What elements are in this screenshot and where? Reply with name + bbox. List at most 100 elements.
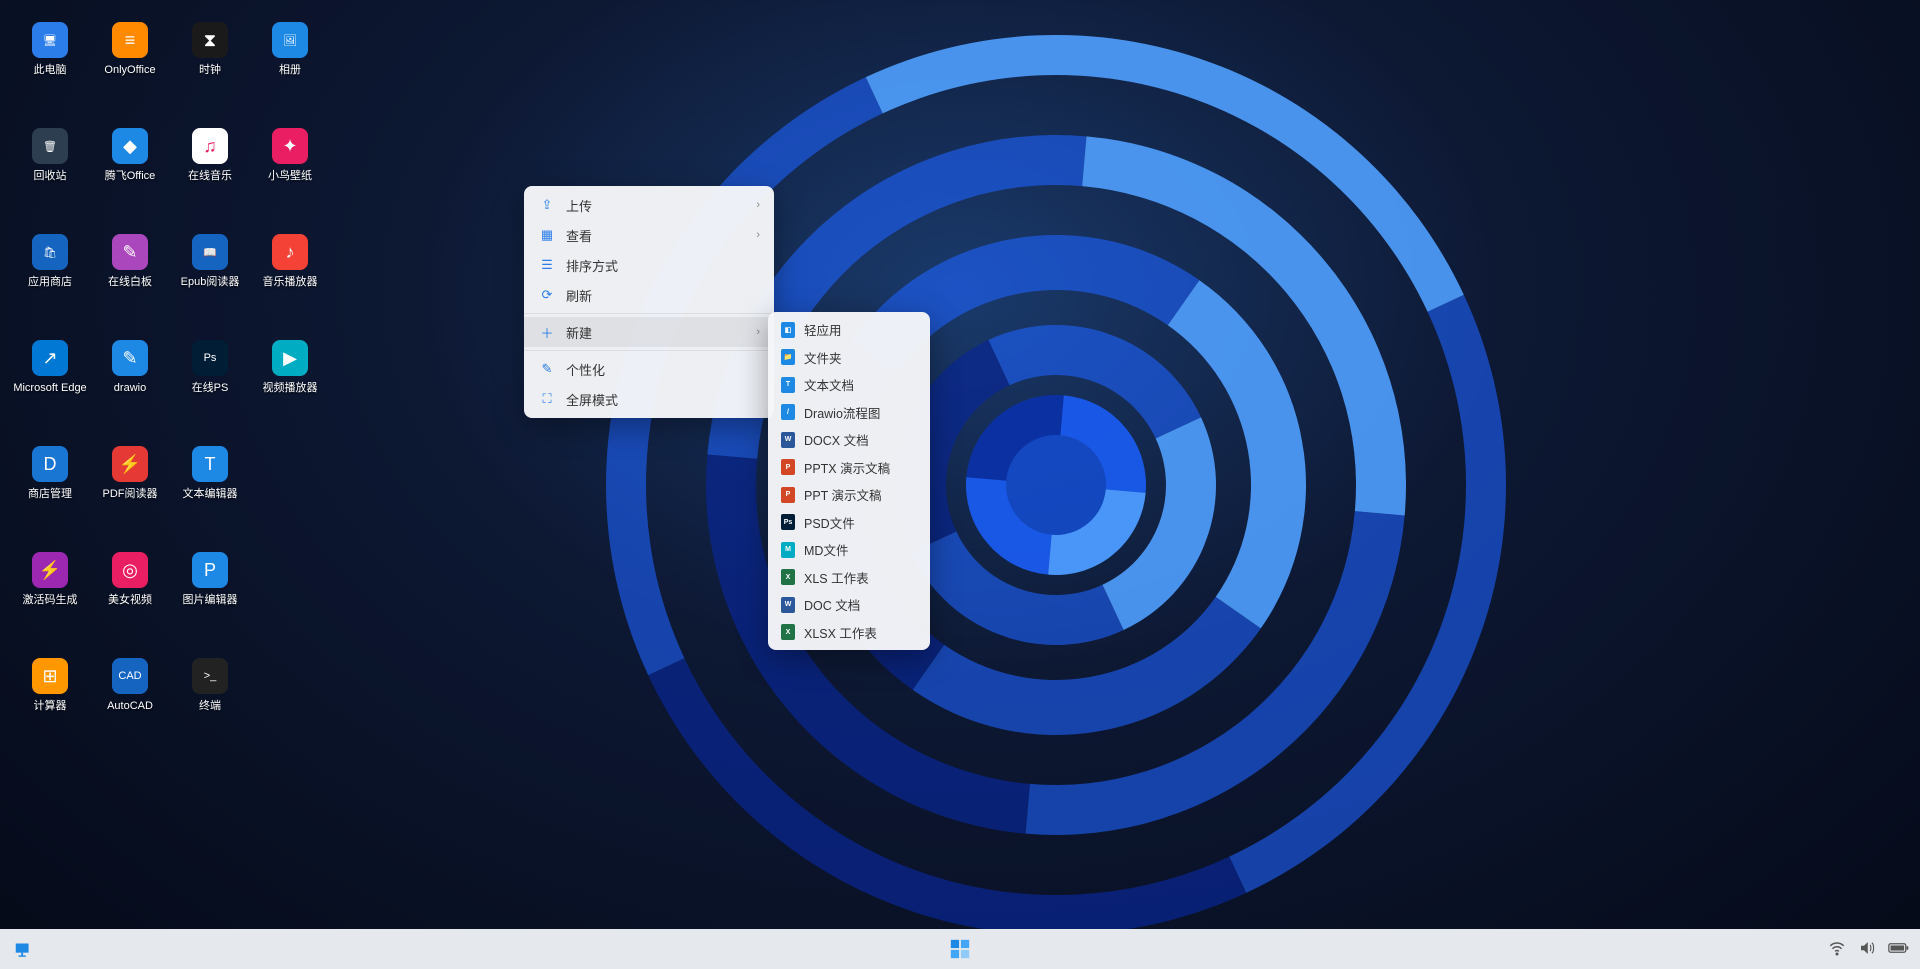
app-icon: ✦ [272,128,308,164]
desktop-icon[interactable]: 🖼相册 [250,18,330,124]
desktop-icon[interactable]: ✦小鸟壁纸 [250,124,330,230]
desktop-icon[interactable]: ⚡ PDF阅读器 [90,442,170,548]
desktop-icon-label: OnlyOffice [104,64,155,77]
context-menu-item[interactable]: ✎个性化 [524,354,774,384]
submenu-item[interactable]: PPPTX 演示文稿 [768,454,930,482]
app-icon: CAD [112,658,148,694]
desktop-icon[interactable]: P 图片编辑器 [170,548,250,654]
submenu-item-label: DOC 文档 [804,595,918,614]
submenu-item[interactable]: PsPSD文件 [768,509,930,537]
desktop-icon-label: 应用商店 [28,276,72,289]
desktop-icon-label: 终端 [199,700,221,713]
desktop-icon[interactable]: 🛍应用商店 [10,230,90,336]
submenu-item-label: Drawio流程图 [804,403,918,422]
submenu-item[interactable]: MMD文件 [768,536,930,564]
desktop-icon-label: Microsoft Edge [13,382,86,395]
desktop-icon[interactable]: >_终端 [170,654,250,760]
submenu-item[interactable]: ◧ 轻应用 [768,316,930,344]
app-icon: ✎ [112,340,148,376]
app-icon: ⚡ [112,446,148,482]
chevron-right-icon: › [756,199,760,211]
submenu-item[interactable]: XXLS 工作表 [768,564,930,592]
desktop-icon-label: 商店管理 [28,488,72,501]
desktop-icon-label: 此电脑 [34,64,67,77]
upload-icon: ⇪ [538,196,556,214]
submenu-item[interactable]: T文本文档 [768,371,930,399]
app-icon: T [192,446,228,482]
desktop-icon-label: 美女视频 [108,594,152,607]
desktop-icon[interactable]: ≡ OnlyOffice [90,18,170,124]
taskbar [0,929,1920,969]
file-type-icon: X [780,624,796,640]
context-menu-item[interactable]: ＋新建› [524,317,774,347]
submenu-item[interactable]: W DOC 文档 [768,591,930,619]
desktop-icon[interactable]: ◎ 美女视频 [90,548,170,654]
desktop-icon-label: 时钟 [199,64,221,77]
desktop-icon[interactable]: ◆腾飞Office [90,124,170,230]
desktop-icon[interactable]: ⚡激活码生成 [10,548,90,654]
sound-icon[interactable] [1858,939,1876,960]
file-type-icon: T [780,377,796,393]
desktop-icon[interactable]: T文本编辑器 [170,442,250,548]
desktop-icon-label: 视频播放器 [263,382,318,395]
battery-icon[interactable] [1888,939,1910,960]
submenu-item[interactable]: PPPT 演示文稿 [768,481,930,509]
desktop-icon[interactable]: ♫在线音乐 [170,124,250,230]
desktop-icon[interactable]: 🗑回收站 [10,124,90,230]
submenu-item[interactable]: WDOCX 文档 [768,426,930,454]
app-icon: 📖 [192,234,228,270]
context-submenu-new: ◧ 轻应用 📁文件夹T文本文档/Drawio流程图WDOCX 文档PPPTX 演示文… [768,312,930,650]
desktop-icon[interactable]: CADAutoCAD [90,654,170,760]
submenu-item[interactable]: XXLSX 工作表 [768,619,930,647]
desktop-icon[interactable]: ✎在线白板 [90,230,170,336]
app-icon: ⊞ [32,658,68,694]
desktop-icon[interactable]: 🖥此电脑 [10,18,90,124]
file-type-icon: W [780,432,796,448]
context-menu-item[interactable]: ⛶全屏模式 [524,384,774,414]
desktop-icon[interactable]: ♪音乐播放器 [250,230,330,336]
desktop-icon[interactable]: D商店管理 [10,442,90,548]
context-menu-item-label: 排序方式 [566,256,760,275]
desktop-icon[interactable]: ⧗时钟 [170,18,250,124]
app-icon: ♪ [272,234,308,270]
desktop-icon-label: 在线PS [192,382,229,395]
file-type-icon: ◧ [780,322,796,338]
desktop[interactable]: 🖥此电脑≡OnlyOffice⧗时钟🖼相册🗑回收站◆腾飞Office♫在线音乐✦… [0,0,1920,929]
context-menu-item[interactable]: ▦查看› [524,220,774,250]
desktop-icon-label: PDF阅读器 [103,488,158,501]
desktop-icon-label: 回收站 [34,170,67,183]
context-menu-item[interactable]: ⇪ 上传› [524,190,774,220]
desktop-icon[interactable]: Ps 在线PS [170,336,250,442]
context-menu-item[interactable]: ⟳刷新 [524,280,774,310]
wifi-icon[interactable] [1828,939,1846,960]
app-icon: Ps [192,340,228,376]
file-type-icon: X [780,569,796,585]
submenu-item-label: 轻应用 [804,320,918,339]
taskbar-left-icon[interactable] [10,935,38,963]
desktop-icon[interactable]: ✎drawio [90,336,170,442]
desktop-icon-label: 激活码生成 [23,594,78,607]
desktop-icon[interactable]: ⊞计算器 [10,654,90,760]
start-button[interactable] [946,935,974,963]
context-menu-item[interactable]: ☰排序方式 [524,250,774,280]
desktop-icon[interactable]: ▶视频播放器 [250,336,330,442]
menu-separator [524,350,774,351]
view-icon: ▦ [538,226,556,244]
app-icon: ◆ [112,128,148,164]
app-icon: ≡ [112,22,148,58]
context-menu-item-label: 上传 [566,196,756,215]
submenu-item-label: MD文件 [804,540,918,559]
app-icon: ◎ [112,552,148,588]
submenu-item[interactable]: /Drawio流程图 [768,399,930,427]
desktop-icon[interactable]: ↗Microsoft Edge [10,336,90,442]
file-type-icon: W [780,597,796,613]
desktop-icon-label: 在线白板 [108,276,152,289]
desktop-icon-label: Epub阅读器 [181,276,240,289]
desktop-icon[interactable]: 📖 Epub阅读器 [170,230,250,336]
menu-separator [524,313,774,314]
submenu-item[interactable]: 📁文件夹 [768,344,930,372]
desktop-icon-label: 图片编辑器 [183,594,238,607]
app-icon: P [192,552,228,588]
context-menu-item-label: 新建 [566,323,756,342]
context-menu: ⇪ 上传› ▦查看›☰排序方式⟳刷新 ＋新建› ✎个性化⛶全屏模式 [524,186,774,418]
